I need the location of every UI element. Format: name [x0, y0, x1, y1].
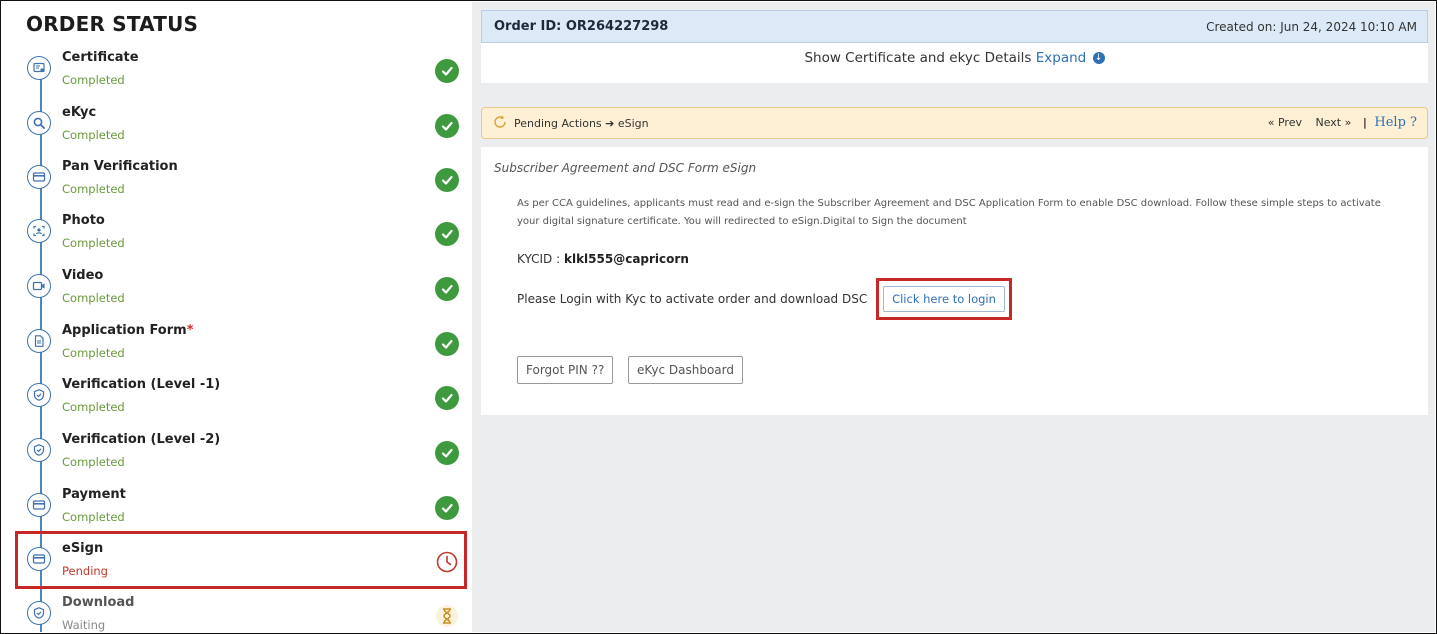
step-status: Completed — [62, 182, 125, 196]
login-prompt: Please Login with Kyc to activate order … — [517, 292, 868, 306]
shield-icon — [27, 601, 51, 625]
expand-label: Expand — [1035, 50, 1087, 66]
order-header-bar: Order ID: OR264227298 Created on: Jun 24… — [481, 10, 1428, 43]
kycid-value: klkl555@capricorn — [563, 252, 689, 266]
step-photo[interactable]: Photo Completed — [2, 212, 472, 266]
step-status: Completed — [62, 291, 125, 305]
help-link[interactable]: Help ? — [1374, 115, 1417, 130]
step-verification-level-2[interactable]: Verification (Level -2) Completed — [2, 431, 472, 485]
step-name: Application Form* — [62, 323, 194, 338]
card-icon — [27, 547, 51, 571]
order-status-title: ORDER STATUS — [26, 12, 199, 36]
pending-actions-nav: « Prev Next » | Help ? — [1258, 115, 1417, 130]
check-circle-icon — [435, 114, 459, 138]
kycid-label: KYCID : — [517, 252, 561, 266]
shield-icon — [27, 383, 51, 407]
step-status: Completed — [62, 510, 125, 524]
esign-subtitle: Subscriber Agreement and DSC Form eSign — [494, 161, 757, 175]
prev-button[interactable]: « Prev — [1268, 116, 1302, 129]
certificate-icon — [27, 56, 51, 80]
pending-actions-breadcrumb: Pending Actions ➔ eSign — [514, 117, 649, 130]
esign-description: As per CCA guidelines, applicants must r… — [517, 198, 1381, 227]
face-scan-icon — [27, 219, 51, 243]
kycid-line: KYCID : klkl555@capricorn — [517, 252, 689, 266]
check-circle-icon — [435, 59, 459, 83]
step-status: Completed — [62, 128, 125, 142]
ekyc-dashboard-button[interactable]: eKyc Dashboard — [628, 356, 743, 384]
step-name: Download — [62, 595, 135, 610]
step-status: Completed — [62, 236, 125, 250]
order-status-sidebar: ORDER STATUS Certificate Completed eKyc … — [2, 2, 472, 632]
step-name: Verification (Level -1) — [62, 377, 221, 392]
video-icon — [27, 274, 51, 298]
step-video[interactable]: Video Completed — [2, 267, 472, 321]
created-on: Created on: Jun 24, 2024 10:10 AM — [1206, 20, 1417, 34]
step-name: Photo — [62, 213, 105, 228]
step-name: Video — [62, 268, 104, 283]
step-name: Payment — [62, 487, 126, 502]
step-status: Completed — [62, 400, 125, 414]
step-payment[interactable]: Payment Completed — [2, 486, 472, 540]
hourglass-icon — [435, 604, 459, 628]
check-circle-icon — [435, 332, 459, 356]
check-circle-icon — [435, 277, 459, 301]
step-download[interactable]: Download Waiting — [2, 594, 472, 632]
login-button[interactable]: Click here to login — [883, 286, 1005, 312]
show-details-text: Show Certificate and ekyc Details — [804, 50, 1032, 66]
shield-icon — [27, 438, 51, 462]
step-pan-verification[interactable]: Pan Verification Completed — [2, 158, 472, 212]
step-status: Completed — [62, 73, 125, 87]
step-name-text: Application Form — [62, 323, 187, 338]
card-icon — [27, 493, 51, 517]
magnifier-icon — [27, 111, 51, 135]
check-circle-icon — [435, 441, 459, 465]
expand-link[interactable]: Expand ↓ — [1036, 50, 1105, 66]
clock-icon — [435, 550, 459, 574]
nav-divider: | — [1362, 116, 1367, 129]
step-esign[interactable]: eSign Pending — [2, 540, 472, 594]
step-status: Completed — [62, 455, 125, 469]
step-name: Verification (Level -2) — [62, 432, 221, 447]
esign-content-card: Subscriber Agreement and DSC Form eSign … — [481, 147, 1428, 415]
next-button[interactable]: Next » — [1315, 116, 1351, 129]
step-ekyc[interactable]: eKyc Completed — [2, 104, 472, 158]
document-icon — [27, 329, 51, 353]
check-circle-icon — [435, 168, 459, 192]
step-name: eSign — [62, 541, 104, 556]
check-circle-icon — [435, 222, 459, 246]
forgot-pin-button[interactable]: Forgot PIN ?? — [517, 356, 614, 384]
card-icon — [27, 165, 51, 189]
refresh-icon — [494, 115, 506, 128]
show-details-row: Show Certificate and ekyc Details Expand… — [481, 50, 1428, 66]
step-status: Completed — [62, 346, 125, 360]
step-certificate[interactable]: Certificate Completed — [2, 49, 472, 103]
step-status: Pending — [62, 564, 108, 578]
chevron-down-circle-icon: ↓ — [1092, 52, 1105, 64]
required-asterisk: * — [186, 323, 194, 338]
main-panel: Order ID: OR264227298 Created on: Jun 24… — [472, 2, 1435, 632]
step-name: Pan Verification — [62, 159, 178, 174]
order-card: Order ID: OR264227298 Created on: Jun 24… — [481, 10, 1428, 83]
step-verification-level-1[interactable]: Verification (Level -1) Completed — [2, 376, 472, 430]
check-circle-icon — [435, 386, 459, 410]
check-circle-icon — [435, 496, 459, 520]
pending-actions-bar: Pending Actions ➔ eSign « Prev Next » | … — [481, 107, 1428, 139]
order-id: Order ID: OR264227298 — [494, 19, 669, 34]
step-application-form[interactable]: Application Form* Completed — [2, 322, 472, 376]
step-status: Waiting — [62, 618, 106, 632]
step-name: eKyc — [62, 105, 97, 120]
step-name: Certificate — [62, 50, 139, 65]
